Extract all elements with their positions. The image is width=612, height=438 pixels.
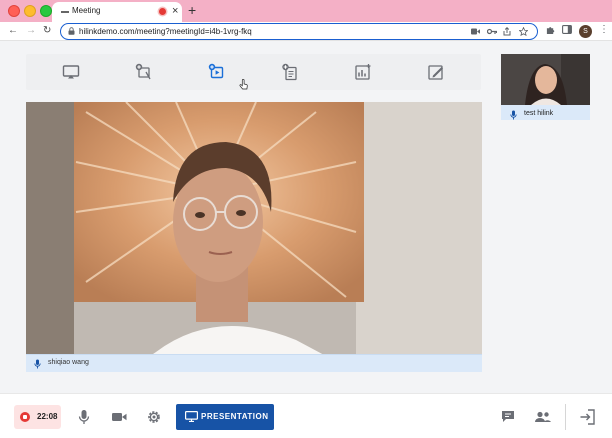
- hand-cursor-icon: [239, 79, 248, 90]
- add-chart-icon[interactable]: [354, 63, 372, 81]
- settings-icon[interactable]: [142, 405, 166, 429]
- presentation-label: PRESENTATION: [201, 412, 269, 421]
- self-participant-name: test hilink: [524, 110, 554, 117]
- self-video-card[interactable]: test hilink: [501, 54, 590, 120]
- mic-icon: [34, 359, 41, 369]
- recording-indicator[interactable]: 22:08: [14, 405, 61, 429]
- key-icon[interactable]: [487, 28, 497, 35]
- tab-title: Meeting: [72, 6, 101, 15]
- back-icon[interactable]: ←: [8, 24, 18, 38]
- tab-close-icon[interactable]: ×: [172, 4, 178, 18]
- lock-icon: [68, 27, 75, 35]
- screen-share-icon[interactable]: [62, 63, 80, 81]
- main-video-feed: [26, 102, 482, 372]
- add-video-icon[interactable]: [208, 63, 226, 81]
- chat-icon[interactable]: [497, 405, 521, 429]
- browser-menu-icon[interactable]: ⋮: [599, 24, 609, 36]
- main-participant-name: shiqiao wang: [48, 359, 89, 366]
- annotate-icon[interactable]: [427, 63, 445, 81]
- camera-icon[interactable]: [107, 405, 131, 429]
- sidebar-icon[interactable]: [562, 25, 572, 34]
- tool-bar: [26, 54, 481, 90]
- browser-tab-strip: Meeting × +: [0, 0, 612, 22]
- window-minimize-button[interactable]: [24, 5, 36, 17]
- recording-time: 22:08: [37, 412, 58, 421]
- controls-divider: [565, 404, 566, 430]
- window-maximize-button[interactable]: [40, 5, 52, 17]
- tab-recording-icon: [159, 8, 166, 15]
- presentation-icon: [185, 411, 198, 422]
- participants-icon[interactable]: [531, 405, 555, 429]
- url-text: hilinkdemo.com/meeting?meetingId=i4b-1vr…: [79, 27, 252, 36]
- add-document-icon[interactable]: [281, 63, 299, 81]
- profile-avatar[interactable]: S: [579, 25, 592, 38]
- main-participant-namebar: shiqiao wang: [26, 354, 482, 372]
- share-icon[interactable]: [503, 27, 511, 36]
- bookmark-star-icon[interactable]: [519, 27, 528, 36]
- camera-in-use-icon[interactable]: [471, 28, 480, 35]
- reload-icon[interactable]: ↻: [43, 24, 51, 38]
- extensions-puzzle-icon[interactable]: [546, 25, 555, 35]
- meeting-page: shiqiao wang test hilink: [0, 41, 612, 438]
- leave-icon[interactable]: [576, 405, 600, 429]
- browser-tab[interactable]: Meeting ×: [52, 2, 182, 22]
- mic-icon[interactable]: [72, 405, 96, 429]
- mic-icon: [510, 110, 517, 120]
- add-whiteboard-icon[interactable]: [135, 63, 153, 81]
- browser-toolbar: ← → ↻ hilinkdemo.com/meeting?meetingId=i…: [0, 22, 612, 41]
- self-video-image: [501, 54, 590, 105]
- new-tab-icon[interactable]: +: [188, 2, 196, 18]
- main-video-image: [26, 102, 482, 372]
- forward-icon[interactable]: →: [26, 24, 36, 38]
- window-close-button[interactable]: [8, 5, 20, 17]
- tab-favicon-icon: [61, 11, 69, 13]
- self-video-feed: [501, 54, 590, 105]
- address-bar[interactable]: hilinkdemo.com/meeting?meetingId=i4b-1vr…: [60, 23, 538, 40]
- meeting-controls-bar: 22:08 PRESENTATION: [0, 393, 612, 438]
- presentation-button[interactable]: PRESENTATION: [176, 404, 274, 430]
- record-icon: [20, 412, 30, 422]
